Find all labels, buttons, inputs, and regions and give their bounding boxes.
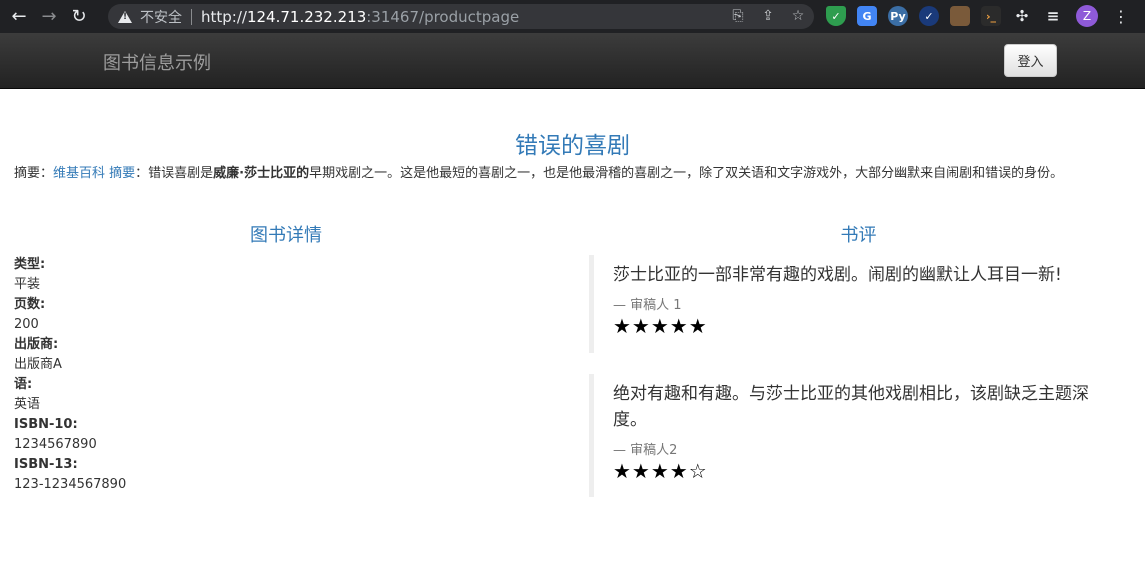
detail-label-publisher: 出版商: [14, 337, 59, 352]
url-host: 124.71.232.213 [246, 7, 367, 26]
review-text: 绝对有趣和有趣。与莎士比亚的其他戏剧相比，该剧缺乏主题深度。 [613, 384, 1089, 430]
back-icon[interactable]: ← [8, 6, 30, 28]
login-button[interactable]: 登入 [1004, 44, 1057, 77]
google-translate-extension-icon[interactable]: G [857, 6, 877, 26]
more-menu-icon[interactable]: ⋮ [1113, 7, 1129, 26]
book-reviews-heading: 书评 [840, 225, 877, 246]
url-scheme: http:// [201, 7, 247, 26]
python-extension-icon[interactable]: Py [888, 6, 908, 26]
forward-icon[interactable]: → [38, 6, 60, 28]
image-extension-icon[interactable] [950, 6, 970, 26]
shield-extension-icon[interactable]: ✓ [826, 6, 846, 26]
detail-label-language: 语: [14, 377, 33, 392]
summary-prefix: 摘要： [14, 166, 54, 181]
address-bar[interactable]: 不安全 http://124.71.232.213:31467/productp… [108, 4, 814, 29]
url-path: :31467/productpage [366, 7, 520, 26]
address-divider [191, 8, 192, 25]
detail-value-isbn10: 1234567890 [14, 437, 97, 452]
profile-avatar[interactable]: Z [1076, 5, 1098, 27]
site-navbar: 图书信息示例 登入 [0, 33, 1145, 89]
wikipedia-summary-link[interactable]: 维基百科 摘要 [53, 166, 135, 181]
detail-value-publisher: 出版商A [14, 357, 62, 372]
warning-icon[interactable] [118, 10, 132, 23]
reading-list-icon[interactable]: ≡ [1043, 6, 1063, 26]
terminal-extension-icon[interactable]: ›_ [981, 6, 1001, 26]
detail-value-language: 英语 [14, 397, 41, 412]
detail-label-type: 类型: [14, 257, 46, 272]
detail-value-pages: 200 [14, 317, 39, 332]
review-card: 绝对有趣和有趣。与莎士比亚的其他戏剧相比，该剧缺乏主题深度。 — 审稿人2 ★★… [589, 374, 1119, 497]
security-label[interactable]: 不安全 [140, 7, 182, 27]
site-brand[interactable]: 图书信息示例 [103, 49, 211, 75]
star-rating-icon: ★★★★☆ [613, 459, 708, 483]
summary-author: 威廉·莎士比亚的 [213, 166, 310, 181]
review-author: — 审稿人 1 [613, 298, 682, 313]
detail-label-isbn10: ISBN-10: [14, 417, 78, 432]
summary-body: 早期戏剧之一。这是他最短的喜剧之一，也是他最滑稽的喜剧之一，除了双关语和文字游戏… [309, 166, 1064, 181]
detail-value-isbn13: 123-1234567890 [14, 477, 127, 492]
puzzle-extensions-icon[interactable]: ✣ [1012, 6, 1032, 26]
reload-icon[interactable]: ↻ [68, 6, 90, 28]
summary-colon: ：错误喜剧是 [135, 166, 214, 181]
page-title: 错误的喜剧 [515, 133, 630, 159]
book-details-list: 类型: 平装 页数: 200 出版商: 出版商A 语: 英语 ISBN-10: … [14, 255, 126, 495]
review-author: — 审稿人2 [613, 443, 678, 458]
translate-icon[interactable]: ⎘ [730, 8, 746, 24]
detail-value-type: 平装 [14, 277, 41, 292]
bookmark-star-icon[interactable]: ☆ [790, 8, 806, 24]
detail-label-isbn13: ISBN-13: [14, 457, 78, 472]
browser-toolbar: ← → ↻ 不安全 http://124.71.232.213:31467/pr… [0, 0, 1145, 33]
detail-label-pages: 页数: [14, 297, 46, 312]
review-card: 莎士比亚的一部非常有趣的戏剧。闹剧的幽默让人耳目一新! — 审稿人 1 ★★★★… [589, 255, 1119, 353]
star-rating-icon: ★★★★★ [613, 314, 708, 338]
book-details-heading: 图书详情 [250, 225, 322, 246]
check-extension-icon[interactable]: ✓ [919, 6, 939, 26]
review-text: 莎士比亚的一部非常有趣的戏剧。闹剧的幽默让人耳目一新! [613, 265, 1062, 285]
url-text[interactable]: http://124.71.232.213:31467/productpage [201, 8, 519, 26]
share-icon[interactable]: ⇪ [760, 8, 776, 24]
book-summary: 摘要：维基百科 摘要：错误喜剧是威廉·莎士比亚的早期戏剧之一。这是他最短的喜剧之… [14, 164, 1124, 184]
